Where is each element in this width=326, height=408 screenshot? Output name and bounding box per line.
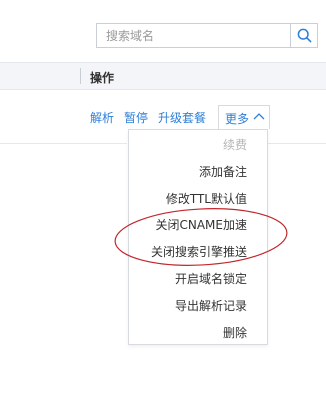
- search-input[interactable]: [97, 24, 291, 47]
- menu-item-delete[interactable]: 删除: [223, 324, 247, 342]
- more-dropdown-trigger[interactable]: 更多: [218, 105, 270, 129]
- domain-search-box: [96, 23, 318, 48]
- menu-item-disable-cname-acceleration[interactable]: 关闭CNAME加速: [155, 216, 247, 234]
- column-separator[interactable]: [80, 68, 81, 84]
- more-label: 更多: [225, 112, 250, 126]
- table-header: 操作: [0, 62, 326, 90]
- more-dropdown-menu: 续费 添加备注 修改TTL默认值 关闭CNAME加速 关闭搜索引擎推送 开启域名…: [128, 129, 268, 345]
- menu-item-renew: 续费: [222, 138, 247, 152]
- menu-item-enable-domain-lock[interactable]: 开启域名锁定: [175, 270, 247, 288]
- menu-item-edit-ttl[interactable]: 修改TTL默认值: [166, 190, 247, 208]
- operations-column-header: 操作: [90, 71, 115, 85]
- search-button[interactable]: [291, 24, 317, 47]
- resolve-link[interactable]: 解析: [90, 109, 114, 126]
- menu-item-disable-search-engine-push[interactable]: 关闭搜索引擎推送: [151, 243, 247, 261]
- menu-item-add-note[interactable]: 添加备注: [199, 163, 247, 181]
- menu-item-export-records[interactable]: 导出解析记录: [175, 297, 247, 315]
- row-divider: [0, 143, 127, 144]
- search-icon: [297, 28, 311, 43]
- row-divider: [268, 143, 326, 144]
- upgrade-plan-link[interactable]: 升级套餐: [158, 109, 206, 126]
- pause-link[interactable]: 暂停: [124, 109, 148, 126]
- chevron-up-icon: [253, 113, 265, 120]
- domain-list-page: 操作 解析 暂停 升级套餐 更多 续费 添加备注 修改TTL默认值 关闭CNAM…: [0, 0, 326, 408]
